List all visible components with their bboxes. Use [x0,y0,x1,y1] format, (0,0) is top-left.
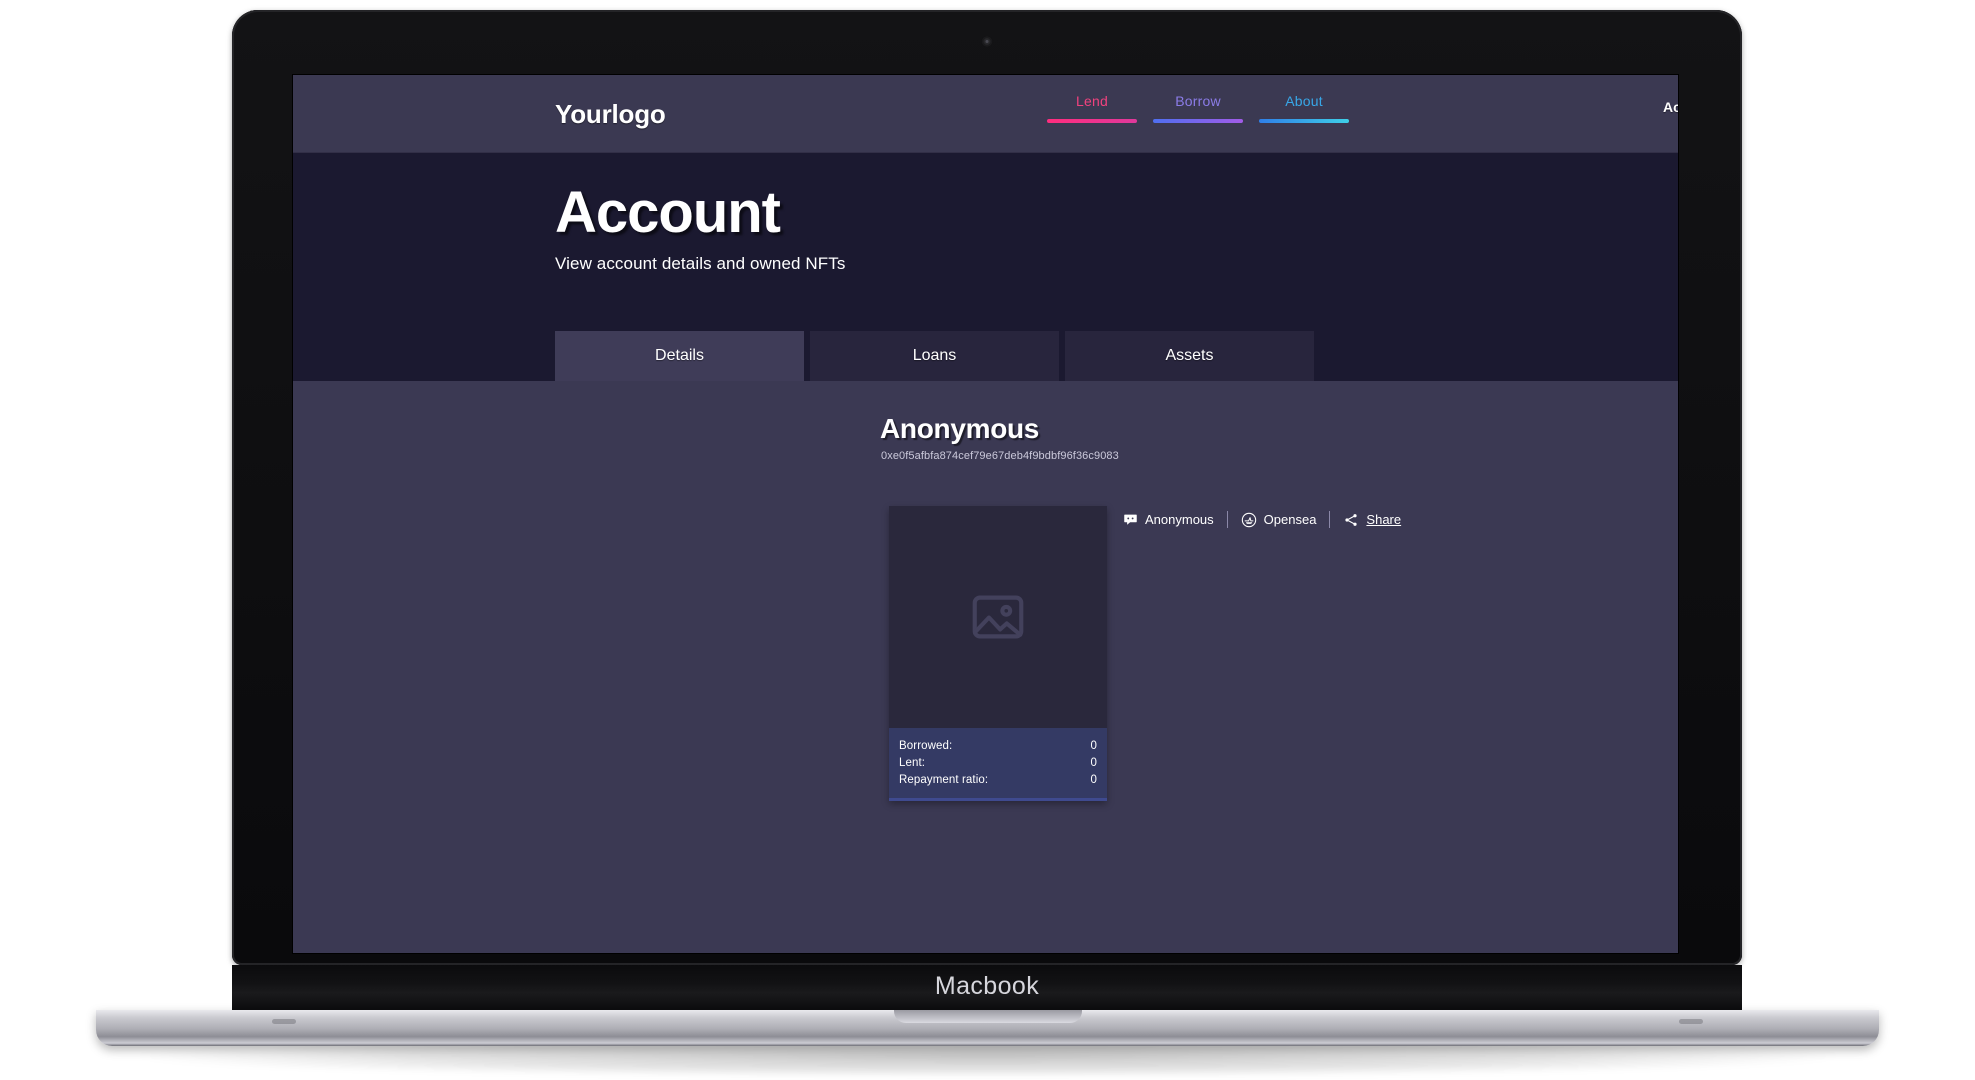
nav-link-borrow-underline [1153,119,1243,123]
nav-link-about-underline [1259,119,1349,123]
tab-details-label: Details [655,347,704,364]
laptop-base [96,1010,1879,1046]
link-anonymous-label: Anonymous [1145,512,1214,527]
stat-row: Repayment ratio: 0 [899,771,1097,788]
tab-assets[interactable]: Assets [1065,331,1314,381]
link-anonymous[interactable]: Anonymous [1123,512,1227,527]
stat-value-borrowed: 0 [1090,739,1097,752]
page-subtitle: View account details and owned NFTs [555,253,846,273]
hero-section: Account View account details and owned N… [293,153,1678,331]
chat-bubble-icon [1123,512,1138,527]
nav-link-lend-label: Lend [1076,93,1108,109]
nav-links: Lend Borrow About [1039,93,1357,123]
laptop-screen: Yourlogo Lend Borrow About Ac Account Vi… [293,75,1678,953]
tab-details[interactable]: Details [555,331,804,381]
profile-links-row: Anonymous Opensea Share [1123,511,1414,528]
nav-link-borrow-label: Borrow [1175,93,1221,109]
laptop-chin: Macbook [232,965,1742,1013]
nav-link-borrow[interactable]: Borrow [1145,93,1251,123]
stat-row: Borrowed: 0 [899,737,1097,754]
link-share[interactable]: Share [1330,512,1414,528]
link-opensea-label: Opensea [1263,512,1317,527]
laptop-foot-left [272,1019,296,1024]
webcam-icon [982,37,992,46]
nav-link-lend[interactable]: Lend [1039,93,1145,123]
stat-label-repayment-ratio: Repayment ratio: [899,773,989,786]
nav-account-link[interactable]: Account [1663,99,1678,115]
image-placeholder-icon [972,595,1024,639]
laptop-foot-right [1679,1019,1703,1024]
tabs-strip: Details Loans Assets [293,331,1678,381]
tab-loans[interactable]: Loans [810,331,1059,381]
screenshot-stage: Yourlogo Lend Borrow About Ac Account Vi… [0,0,1975,1080]
share-nodes-icon [1343,512,1359,528]
stat-label-borrowed: Borrowed: [899,739,953,752]
stat-value-repayment-ratio: 0 [1090,773,1097,786]
device-label: Macbook [934,972,1040,1000]
brand-logo[interactable]: Yourlogo [555,99,666,130]
laptop-base-notch [893,1010,1082,1023]
nft-image-placeholder [889,506,1107,728]
account-address: 0xe0f5afbfa874cef79e67deb4f9bdbf96f36c90… [881,450,1119,462]
link-opensea[interactable]: Opensea [1228,512,1330,528]
content-area: Anonymous 0xe0f5afbfa874cef79e67deb4f9bd… [293,381,1678,953]
opensea-icon [1241,512,1257,528]
nav-link-lend-underline [1047,119,1137,123]
tabs: Details Loans Assets [555,331,1320,381]
web-page: Yourlogo Lend Borrow About Ac Account Vi… [293,75,1678,953]
stat-row: Lent: 0 [899,754,1097,771]
tab-loans-label: Loans [912,347,957,364]
page-title: Account [555,180,781,245]
link-share-label: Share [1366,512,1402,527]
nft-card[interactable]: Borrowed: 0 Lent: 0 Repayment ratio: 0 [889,506,1107,801]
nav-link-about-label: About [1285,93,1323,109]
nav-link-about[interactable]: About [1251,93,1357,123]
stat-label-lent: Lent: [899,756,926,769]
tab-assets-label: Assets [1165,347,1214,364]
navbar: Yourlogo Lend Borrow About Ac [293,75,1678,153]
nft-stats-panel: Borrowed: 0 Lent: 0 Repayment ratio: 0 [889,728,1107,801]
account-name: Anonymous [880,413,1040,444]
stat-value-lent: 0 [1090,756,1097,769]
